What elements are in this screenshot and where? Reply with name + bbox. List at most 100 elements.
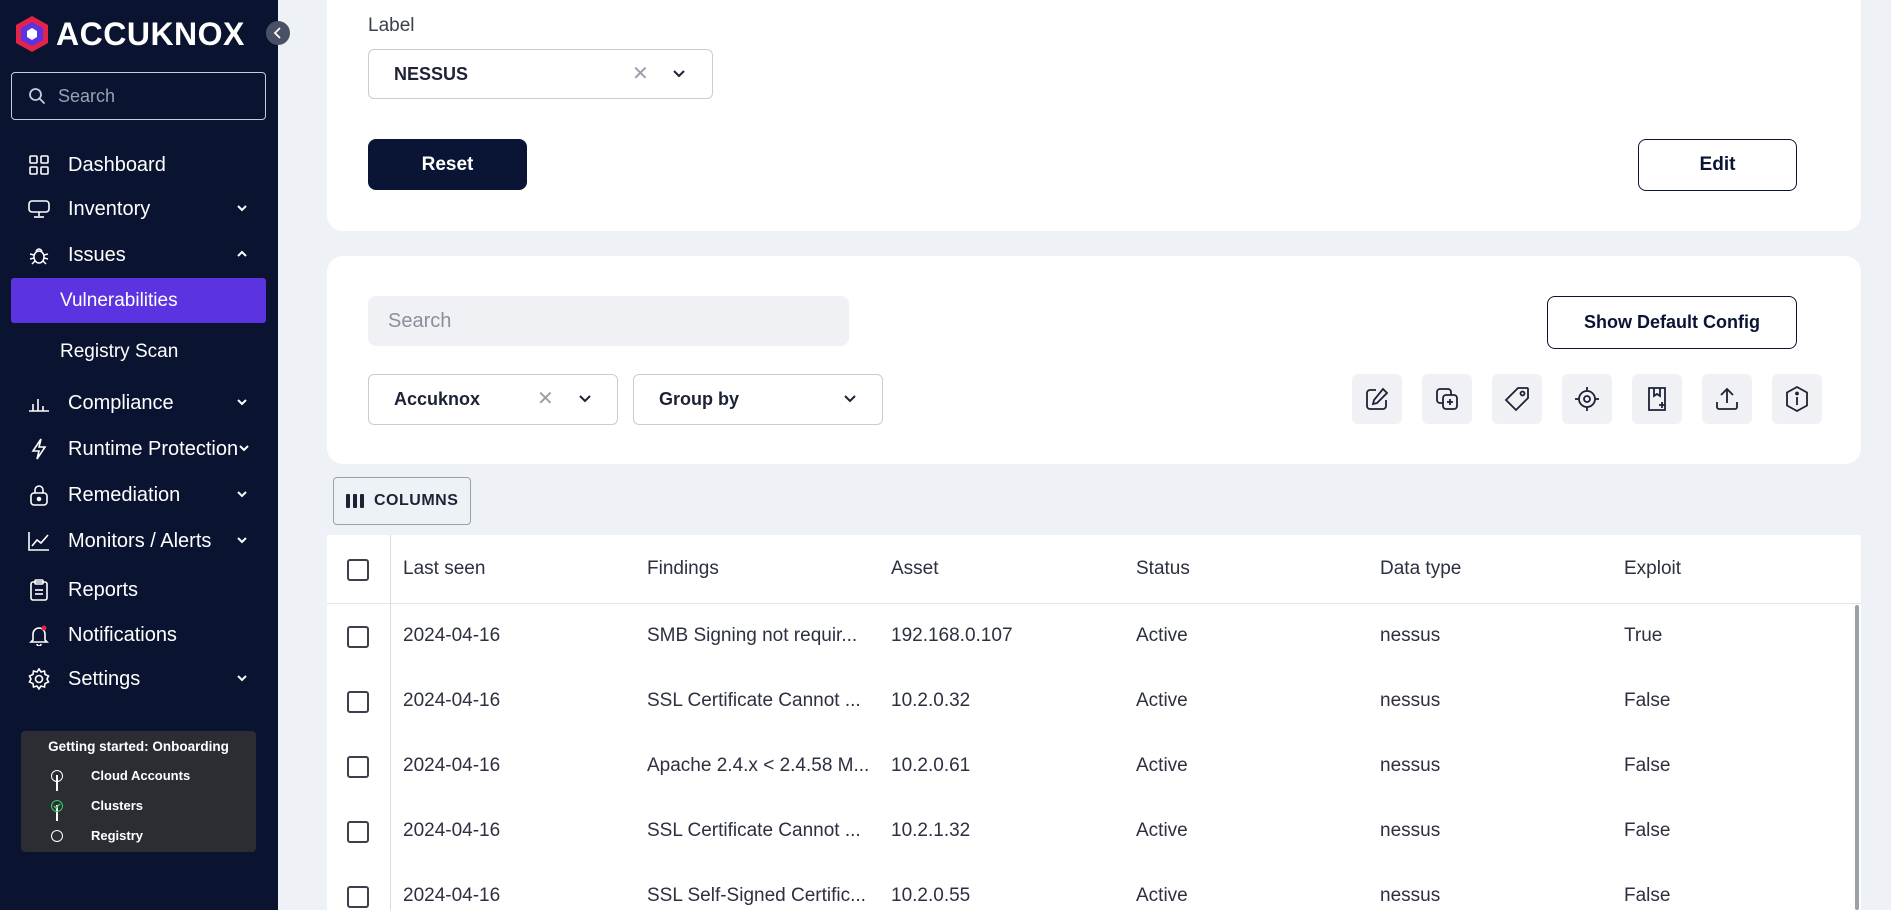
nav-registry-scan[interactable]: Registry Scan bbox=[11, 329, 266, 374]
column-header-findings[interactable]: Findings bbox=[647, 558, 719, 580]
group-by-label: Group by bbox=[659, 389, 739, 409]
step-pending-icon bbox=[51, 829, 63, 842]
table-header: Last seen Findings Asset Status Data typ… bbox=[327, 535, 1861, 604]
row-checkbox[interactable] bbox=[347, 691, 369, 713]
table-row[interactable]: 2024-04-16 Apache 2.4.x < 2.4.58 M... 10… bbox=[327, 735, 1861, 800]
table-scrollbar[interactable] bbox=[1855, 605, 1859, 910]
nav-label: Dashboard bbox=[68, 153, 166, 176]
nav-issues[interactable]: Issues bbox=[0, 234, 278, 276]
onboarding-step-cloud-accounts[interactable]: Cloud Accounts bbox=[51, 768, 190, 783]
nav-label: Notifications bbox=[68, 623, 177, 646]
nav-compliance[interactable]: Compliance bbox=[0, 382, 278, 424]
nav-label: Remediation bbox=[68, 483, 181, 506]
upload-button[interactable] bbox=[1702, 374, 1752, 424]
create-ticket-button[interactable] bbox=[1422, 374, 1472, 424]
nav-label: Settings bbox=[68, 667, 141, 690]
label-select[interactable]: NESSUS ✕ bbox=[368, 49, 713, 99]
nav-label: Reports bbox=[68, 578, 139, 601]
table-row[interactable]: 2024-04-16 SMB Signing not requir... 192… bbox=[327, 605, 1861, 670]
tag-button[interactable] bbox=[1492, 374, 1542, 424]
nav-dashboard[interactable]: Dashboard bbox=[0, 144, 278, 186]
row-checkbox[interactable] bbox=[347, 626, 369, 648]
nav-label: Registry Scan bbox=[60, 340, 179, 362]
clipboard-icon bbox=[28, 579, 50, 601]
edit-button[interactable]: Edit bbox=[1638, 139, 1797, 191]
cell-last-seen: 2024-04-16 bbox=[403, 820, 501, 841]
onboarding-step-clusters[interactable]: Clusters bbox=[51, 798, 143, 813]
chevron-down-icon[interactable] bbox=[843, 394, 857, 404]
cell-last-seen: 2024-04-16 bbox=[403, 690, 501, 711]
findings-search[interactable] bbox=[368, 296, 849, 346]
sidebar-collapse-button[interactable] bbox=[266, 21, 290, 45]
target-icon bbox=[1575, 387, 1599, 411]
group-by-select[interactable]: Group by bbox=[633, 374, 883, 425]
onboarding-step-label: Registry bbox=[91, 828, 144, 843]
brand-logo[interactable]: ACCUKNOX bbox=[12, 14, 245, 54]
chevron-down-icon bbox=[237, 675, 247, 682]
sidebar-search-input[interactable] bbox=[58, 85, 248, 107]
nav-label: Issues bbox=[68, 243, 126, 266]
target-button[interactable] bbox=[1562, 374, 1612, 424]
gear-icon bbox=[28, 668, 50, 690]
column-header-last-seen[interactable]: Last seen bbox=[403, 558, 485, 580]
cell-findings[interactable]: SSL Certificate Cannot ... bbox=[647, 690, 861, 712]
clear-icon[interactable]: ✕ bbox=[632, 61, 649, 86]
nav-vulnerabilities[interactable]: Vulnerabilities bbox=[11, 278, 266, 323]
cell-last-seen: 2024-04-16 bbox=[403, 625, 501, 646]
column-header-asset[interactable]: Asset bbox=[891, 558, 939, 580]
cell-data-type: nessus bbox=[1380, 755, 1441, 776]
row-checkbox[interactable] bbox=[347, 821, 369, 843]
columns-button[interactable]: COLUMNS bbox=[333, 477, 471, 525]
upload-icon bbox=[1716, 387, 1738, 410]
column-header-status[interactable]: Status bbox=[1136, 558, 1190, 580]
cell-findings[interactable]: SMB Signing not requir... bbox=[647, 625, 857, 647]
column-header-data-type[interactable]: Data type bbox=[1380, 558, 1461, 580]
findings-search-input[interactable] bbox=[388, 309, 828, 333]
cell-status: Active bbox=[1136, 820, 1188, 841]
monitor-icon bbox=[28, 198, 50, 220]
cell-findings[interactable]: SSL Self-Signed Certific... bbox=[647, 885, 866, 907]
cell-findings[interactable]: Apache 2.4.x < 2.4.58 M... bbox=[647, 755, 869, 777]
table-row[interactable]: 2024-04-16 SSL Certificate Cannot ... 10… bbox=[327, 670, 1861, 735]
table-row[interactable]: 2024-04-16 SSL Self-Signed Certific... 1… bbox=[327, 865, 1861, 910]
info-button[interactable] bbox=[1772, 374, 1822, 424]
nav-label: Runtime Protection bbox=[68, 437, 239, 460]
cell-data-type: nessus bbox=[1380, 820, 1441, 841]
onboarding-step-registry[interactable]: Registry bbox=[51, 828, 143, 843]
chevron-down-icon[interactable] bbox=[672, 69, 686, 79]
reset-button[interactable]: Reset bbox=[368, 139, 527, 190]
select-all-checkbox[interactable] bbox=[347, 559, 369, 581]
table-row[interactable]: 2024-04-16 SSL Certificate Cannot ... 10… bbox=[327, 800, 1861, 865]
sidebar-search[interactable] bbox=[11, 72, 266, 120]
row-checkbox[interactable] bbox=[347, 886, 369, 908]
cell-data-type: nessus bbox=[1380, 625, 1441, 646]
tenant-select[interactable]: Accuknox ✕ bbox=[368, 374, 618, 425]
cell-data-type: nessus bbox=[1380, 690, 1441, 711]
sidebar: ACCUKNOX Dashboard Inventory bbox=[0, 0, 278, 910]
nav-monitors-alerts[interactable]: Monitors / Alerts bbox=[0, 520, 278, 562]
clear-icon[interactable]: ✕ bbox=[537, 386, 554, 411]
onboarding-widget[interactable]: Getting started: Onboarding Cloud Accoun… bbox=[21, 731, 256, 852]
nav-reports[interactable]: Reports bbox=[0, 569, 278, 611]
brand-name: ACCUKNOX bbox=[56, 15, 245, 52]
cell-data-type: nessus bbox=[1380, 885, 1441, 906]
nav-notifications[interactable]: Notifications bbox=[0, 614, 278, 656]
edit-findings-button[interactable] bbox=[1352, 374, 1402, 424]
nav-inventory[interactable]: Inventory bbox=[0, 188, 278, 230]
chevron-down-icon[interactable] bbox=[578, 394, 592, 404]
line-chart-icon bbox=[28, 530, 50, 552]
lock-icon bbox=[28, 484, 50, 506]
row-checkbox[interactable] bbox=[347, 756, 369, 778]
chevron-down-icon bbox=[237, 491, 247, 498]
add-report-button[interactable] bbox=[1632, 374, 1682, 424]
column-header-exploit[interactable]: Exploit bbox=[1624, 558, 1681, 580]
nav-runtime-protection[interactable]: Runtime Protection bbox=[0, 428, 278, 470]
cell-exploit: False bbox=[1624, 885, 1671, 906]
cell-exploit: False bbox=[1624, 690, 1671, 711]
cell-exploit: False bbox=[1624, 820, 1671, 841]
cell-status: Active bbox=[1136, 885, 1188, 906]
nav-remediation[interactable]: Remediation bbox=[0, 474, 278, 516]
cell-findings[interactable]: SSL Certificate Cannot ... bbox=[647, 820, 861, 842]
show-default-config-button[interactable]: Show Default Config bbox=[1547, 296, 1797, 349]
nav-settings[interactable]: Settings bbox=[0, 658, 278, 700]
